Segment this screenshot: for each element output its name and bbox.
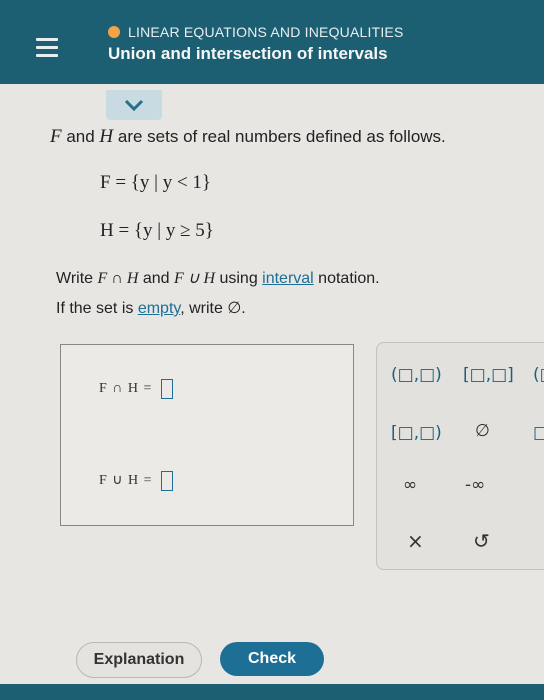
box-key[interactable]: □ bbox=[533, 423, 544, 443]
open-closed-interval-key[interactable]: (□ bbox=[533, 365, 544, 385]
problem-intro: F and H are sets of real numbers defined… bbox=[50, 126, 446, 148]
undo-icon[interactable]: ↺ bbox=[473, 529, 490, 553]
union-label: F ∪ H = bbox=[99, 473, 153, 489]
negative-infinity-key[interactable]: -∞ bbox=[465, 475, 485, 495]
instr-part: Write bbox=[56, 270, 98, 287]
instr-union: F ∪ H bbox=[173, 270, 216, 287]
closed-interval-key[interactable]: [□,□] bbox=[463, 365, 514, 385]
instr-intersection: F ∩ H bbox=[97, 270, 139, 287]
instr-part: If the set is bbox=[56, 300, 138, 317]
F-definition: F = {y | y < 1} bbox=[100, 172, 212, 193]
instr-part: , write ∅. bbox=[180, 300, 246, 317]
set-F-label: F bbox=[50, 126, 62, 147]
infinity-key[interactable]: ∞ bbox=[403, 475, 417, 495]
footer-bar bbox=[0, 684, 544, 700]
math-keypad: (□,□) [□,□] (□ [□,□) ∅ □ ∞ -∞ × ↺ bbox=[376, 342, 544, 570]
progress-dot-icon bbox=[108, 26, 120, 38]
collapse-chevron-button[interactable] bbox=[106, 90, 162, 120]
intersection-input[interactable] bbox=[160, 379, 173, 399]
union-row: F ∪ H = bbox=[99, 471, 174, 491]
topic-label: LINEAR EQUATIONS AND INEQUALITIES bbox=[108, 24, 404, 40]
H-definition: H = {y | y ≥ 5} bbox=[100, 220, 214, 241]
instruction-line-2: If the set is empty, write ∅. bbox=[56, 298, 246, 318]
set-H-label: H bbox=[99, 126, 114, 147]
answer-area: F ∩ H = F ∪ H = bbox=[60, 344, 354, 526]
explanation-button[interactable]: Explanation bbox=[76, 642, 202, 678]
intersection-row: F ∩ H = bbox=[99, 379, 173, 399]
top-header: LINEAR EQUATIONS AND INEQUALITIES Union … bbox=[0, 0, 544, 84]
union-input[interactable] bbox=[161, 471, 174, 491]
topic-text: LINEAR EQUATIONS AND INEQUALITIES bbox=[128, 24, 404, 40]
check-button[interactable]: Check bbox=[220, 642, 324, 676]
half-open-interval-key[interactable]: [□,□) bbox=[391, 423, 442, 443]
empty-link[interactable]: empty bbox=[138, 300, 180, 317]
interval-link[interactable]: interval bbox=[262, 270, 314, 287]
hamburger-menu-icon[interactable] bbox=[36, 38, 58, 58]
page-title: Union and intersection of intervals bbox=[108, 44, 388, 63]
chevron-down-icon bbox=[124, 99, 144, 111]
intro-rest: are sets of real numbers defined as foll… bbox=[113, 127, 446, 146]
instr-part: and bbox=[138, 270, 174, 287]
instr-part: notation. bbox=[313, 270, 380, 287]
instr-part: using bbox=[215, 270, 263, 287]
open-interval-key[interactable]: (□,□) bbox=[391, 365, 442, 385]
empty-set-key[interactable]: ∅ bbox=[475, 421, 490, 441]
intersection-label: F ∩ H = bbox=[99, 381, 153, 397]
clear-icon[interactable]: × bbox=[407, 529, 424, 553]
instruction-line-1: Write F ∩ H and F ∪ H using interval not… bbox=[56, 268, 380, 288]
intro-and: and bbox=[61, 127, 100, 146]
